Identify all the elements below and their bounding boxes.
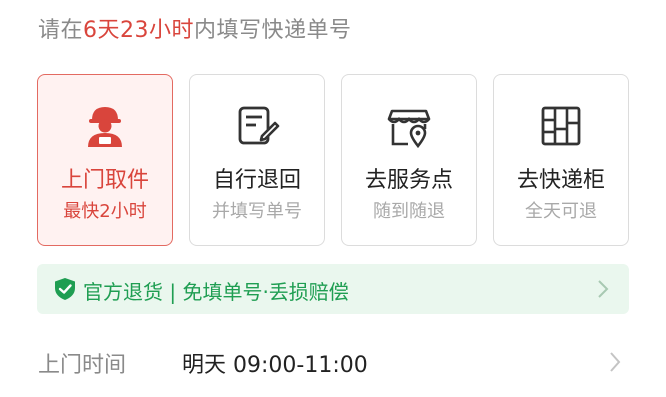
option-subtitle: 最快2小时 xyxy=(63,201,147,222)
locker-icon xyxy=(541,106,581,146)
option-subtitle: 全天可退 xyxy=(525,201,597,222)
banner-text: 官方退货 | 免填单号·丢损赔偿 xyxy=(83,280,349,304)
pickup-time-value[interactable]: 明天 09:00-11:00 xyxy=(182,347,368,379)
edit-form-icon xyxy=(238,106,280,145)
shield-check-icon xyxy=(55,278,75,300)
chevron-right-icon xyxy=(598,280,609,298)
courier-icon xyxy=(88,107,122,147)
option-door-pickup[interactable]: 上门取件 最快2小时 xyxy=(37,74,173,246)
option-subtitle: 随到随退 xyxy=(373,201,445,222)
notice-prefix: 请在 xyxy=(38,18,84,43)
option-subtitle: 并填写单号 xyxy=(212,201,302,222)
option-title: 上门取件 xyxy=(60,168,149,193)
option-title: 去快递柜 xyxy=(516,168,605,193)
pickup-time-label: 上门时间 xyxy=(38,353,127,378)
store-location-icon xyxy=(387,109,431,149)
return-method-options: 上门取件 最快2小时 自行退回 并填写单号 去服务点 随到随退 去快递柜 全天可… xyxy=(37,74,629,248)
option-self-return[interactable]: 自行退回 并填写单号 xyxy=(189,74,325,246)
chevron-right-icon[interactable] xyxy=(609,351,621,373)
deadline-notice: 请在6天23小时内填写快递单号 xyxy=(38,12,352,44)
option-title: 自行退回 xyxy=(212,168,301,193)
option-service-point[interactable]: 去服务点 随到随退 xyxy=(341,74,477,246)
option-title: 去服务点 xyxy=(364,168,453,193)
option-locker[interactable]: 去快递柜 全天可退 xyxy=(493,74,629,246)
official-return-banner[interactable]: 官方退货 | 免填单号·丢损赔偿 xyxy=(37,264,629,314)
notice-deadline: 6天23小时 xyxy=(83,18,195,43)
notice-suffix: 内填写快递单号 xyxy=(194,18,352,43)
